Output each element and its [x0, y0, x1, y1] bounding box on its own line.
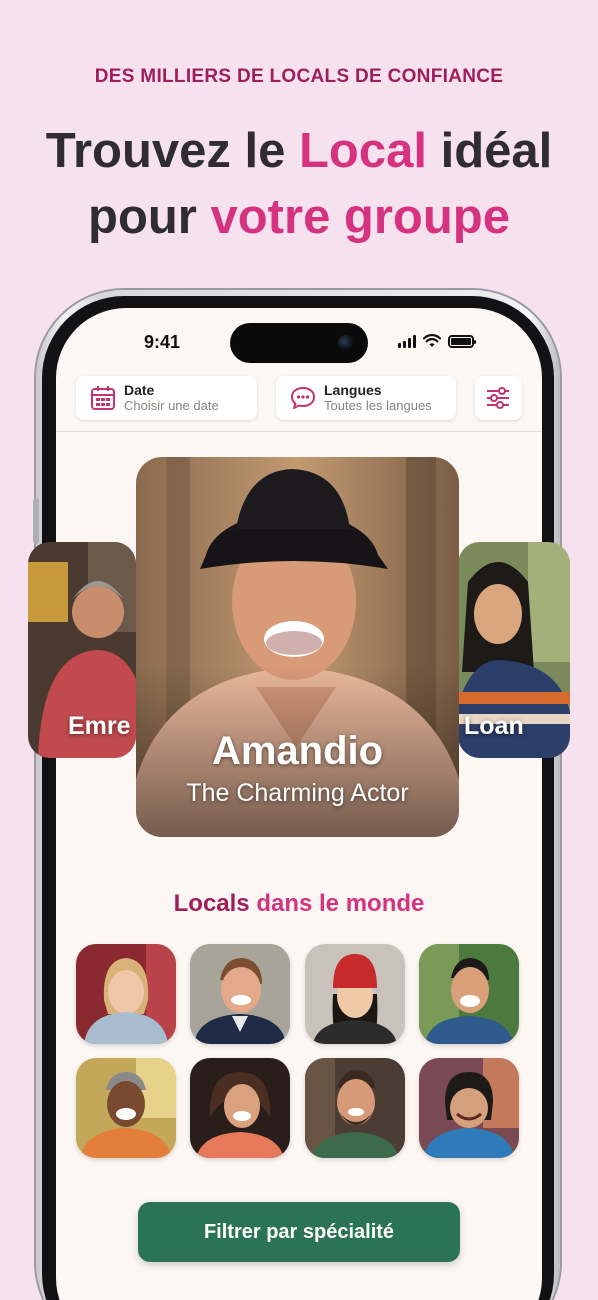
status-time: 9:41 — [144, 332, 181, 352]
local-avatar-tile[interactable] — [419, 944, 519, 1044]
local-avatar-tile[interactable] — [76, 1058, 176, 1158]
local-name-amandio: Amandio — [211, 729, 384, 773]
filter-bar: Date Choisir une date Langues Toutes les… — [56, 370, 542, 432]
local-avatar-tile[interactable] — [305, 944, 405, 1044]
local-tagline-amandio: The Charming Actor — [186, 779, 409, 807]
local-avatar-tile[interactable] — [305, 1058, 405, 1158]
local-avatar-tile[interactable] — [419, 1058, 519, 1158]
local-avatar-photo — [305, 1058, 405, 1158]
headline-accent-1: Local — [299, 124, 427, 178]
local-card-emre[interactable]: Emre — [28, 542, 136, 758]
local-card-loan[interactable]: Loan — [458, 542, 570, 758]
calendar-icon — [91, 386, 115, 410]
promo-headline: Trouvez le Local idéal pour votre groupe — [0, 118, 598, 250]
local-name-loan: Loan — [464, 712, 524, 740]
chat-bubble-icon — [291, 387, 315, 409]
local-avatar-photo — [419, 1058, 519, 1158]
signal-icon — [398, 334, 416, 348]
languages-filter-placeholder: Toutes les langues — [324, 398, 432, 413]
locals-section-title: Locals dans le monde — [0, 890, 598, 918]
headline-part-2: idéal — [426, 124, 553, 178]
local-avatar-photo — [190, 944, 290, 1044]
filter-by-specialty-button[interactable]: Filtrer par spécialité — [138, 1202, 460, 1262]
local-card-amandio[interactable]: Amandio The Charming Actor — [136, 457, 459, 837]
promo-kicker: DES MILLIERS DE LOCALS DE CONFIANCE — [94, 66, 504, 87]
local-avatar-tile[interactable] — [76, 944, 176, 1044]
date-filter-label: Date — [124, 382, 155, 398]
local-avatar-photo — [76, 1058, 176, 1158]
sliders-icon — [487, 387, 509, 409]
local-avatar-photo — [190, 1058, 290, 1158]
filter-settings-button[interactable] — [475, 376, 522, 420]
battery-icon — [448, 334, 476, 348]
headline-part-1: Trouvez le — [45, 124, 299, 178]
date-filter-placeholder: Choisir une date — [124, 398, 219, 413]
local-avatar-tile[interactable] — [190, 944, 290, 1044]
date-filter-chip[interactable]: Date Choisir une date — [76, 376, 257, 420]
headline-accent-2: votre groupe — [210, 190, 510, 244]
camera-icon — [338, 335, 354, 351]
local-avatar-photo — [76, 944, 176, 1044]
local-avatar-tile[interactable] — [190, 1058, 290, 1158]
side-button-top — [33, 498, 39, 544]
local-name-emre: Emre — [68, 712, 131, 740]
dynamic-island — [230, 323, 368, 363]
locals-title-part-2: dans le monde — [249, 890, 425, 917]
languages-filter-chip[interactable]: Langues Toutes les langues — [276, 376, 456, 420]
local-avatar-photo — [305, 944, 405, 1044]
status-icons — [398, 334, 476, 348]
headline-part-3: pour — [88, 190, 211, 244]
languages-filter-label: Langues — [324, 382, 382, 398]
wifi-icon — [423, 334, 441, 347]
locals-title-part-1: Locals — [173, 890, 250, 917]
local-avatar-photo — [419, 944, 519, 1044]
